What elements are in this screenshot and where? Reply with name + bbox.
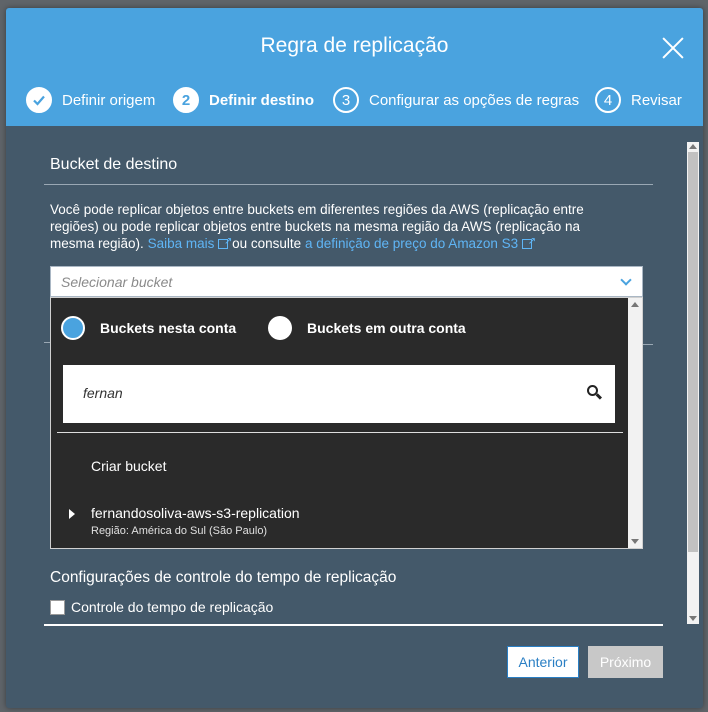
- pricing-link[interactable]: a definição de preço do Amazon S3: [305, 233, 536, 251]
- destination-section-title: Bucket de destino: [50, 156, 178, 173]
- divider: [44, 624, 663, 626]
- bucket-list-item[interactable]: fernandosoliva-aws-s3-replication Região…: [69, 505, 300, 537]
- or-text: ou consulte: [232, 236, 302, 251]
- step-label: Configurar as opções de regras: [369, 91, 580, 109]
- step-configure-options: 3 Configurar as opções de regras: [333, 87, 579, 113]
- radio-label: Buckets nesta conta: [100, 320, 237, 336]
- step-label: Definir origem: [62, 91, 156, 109]
- radio-unchecked-icon: [268, 316, 292, 340]
- replication-rule-modal: Regra de replicação Definir origem 2 Def…: [6, 8, 703, 708]
- step-number: 4: [595, 87, 621, 113]
- step-define-origin: Definir origem: [26, 87, 155, 113]
- rtc-checkbox[interactable]: Controle do tempo de replicação: [50, 599, 273, 615]
- step-number: 3: [333, 87, 359, 113]
- scroll-up-icon[interactable]: [689, 144, 697, 149]
- bucket-search-input[interactable]: fernan: [63, 365, 615, 423]
- dropdown-scrollbar[interactable]: [628, 298, 642, 548]
- step-review: 4 Revisar: [595, 87, 682, 113]
- next-button[interactable]: Próximo: [588, 646, 663, 678]
- select-placeholder: Selecionar bucket: [61, 273, 173, 290]
- step-label: Revisar: [631, 91, 682, 109]
- check-icon: [26, 87, 52, 113]
- divider: [44, 184, 653, 185]
- chevron-down-icon: [620, 274, 632, 286]
- external-link-icon: [522, 233, 536, 250]
- scroll-up-icon[interactable]: [631, 302, 639, 307]
- modal-scrollbar[interactable]: [687, 142, 699, 624]
- step-define-destination: 2 Definir destino: [173, 87, 314, 113]
- radio-checked-icon: [61, 316, 85, 340]
- scroll-down-icon[interactable]: [631, 539, 639, 544]
- external-link-icon: [218, 233, 232, 250]
- search-value: fernan: [83, 385, 123, 401]
- step-number: 2: [173, 87, 199, 113]
- step-label: Definir destino: [209, 91, 315, 109]
- bucket-name: fernandosoliva-aws-s3-replication: [91, 505, 300, 521]
- learn-more-link[interactable]: Saiba mais: [148, 233, 233, 251]
- scroll-thumb[interactable]: [688, 152, 698, 552]
- radio-label: Buckets em outra conta: [307, 320, 466, 336]
- checkbox-icon[interactable]: [50, 599, 65, 615]
- bucket-select[interactable]: Selecionar bucket: [50, 266, 643, 297]
- divider: [643, 344, 653, 345]
- bucket-dropdown: Buckets nesta conta Buckets em outra con…: [50, 297, 643, 549]
- divider: [57, 432, 623, 433]
- rtc-section-title: Configurações de controle do tempo de re…: [50, 569, 397, 586]
- bucket-region: Região: América do Sul (São Paulo): [91, 525, 268, 537]
- destination-description: Você pode replicar objetos entre buckets…: [50, 201, 620, 252]
- create-bucket-option[interactable]: Criar bucket: [91, 458, 166, 474]
- checkbox-label: Controle do tempo de replicação: [71, 599, 274, 615]
- modal-header: Regra de replicação Definir origem 2 Def…: [6, 8, 703, 126]
- modal-title: Regra de replicação: [260, 34, 449, 57]
- previous-button[interactable]: Anterior: [507, 646, 579, 678]
- scroll-down-icon[interactable]: [689, 616, 697, 621]
- search-icon[interactable]: [587, 385, 603, 400]
- close-icon[interactable]: [661, 36, 685, 60]
- radio-other-account[interactable]: Buckets em outra conta: [268, 316, 466, 340]
- caret-right-icon[interactable]: [69, 509, 75, 519]
- radio-this-account[interactable]: Buckets nesta conta: [61, 316, 236, 340]
